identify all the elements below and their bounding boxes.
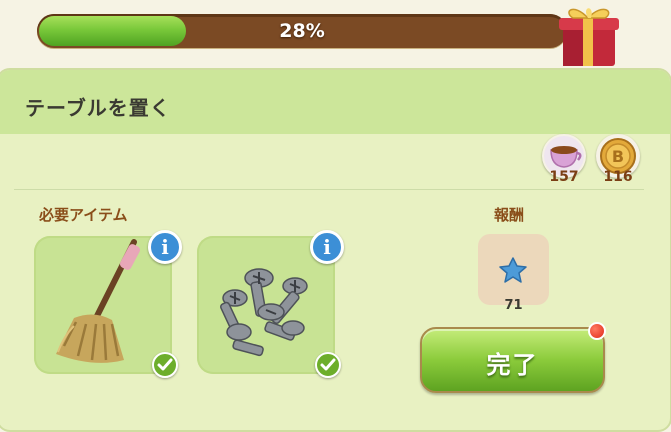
required-items-label: 必要アイテム bbox=[39, 206, 128, 224]
complete-button[interactable]: 完了 bbox=[420, 327, 605, 393]
teacup-count: 157 bbox=[549, 169, 579, 185]
divider bbox=[14, 189, 644, 190]
screws-info-button[interactable]: i bbox=[310, 230, 344, 264]
panel-header: テーブルを置く bbox=[0, 70, 670, 134]
quest-title: テーブルを置く bbox=[25, 96, 171, 120]
mop-complete-check bbox=[152, 352, 178, 378]
complete-button-label: 完了 bbox=[486, 351, 539, 379]
reward-count: 71 bbox=[504, 298, 523, 313]
checkmark-icon bbox=[157, 358, 173, 371]
svg-text:B: B bbox=[612, 147, 624, 166]
gift-box-icon[interactable] bbox=[555, 0, 625, 68]
reward-label: 報酬 bbox=[494, 206, 525, 224]
notification-dot bbox=[588, 322, 606, 340]
quest-progress-bar: 28% bbox=[37, 14, 567, 48]
progress-percent: 28% bbox=[279, 20, 325, 42]
mop-info-button[interactable]: i bbox=[148, 230, 182, 264]
coin-count: 116 bbox=[603, 169, 633, 185]
screws-complete-check bbox=[315, 352, 341, 378]
reward-tile[interactable] bbox=[478, 234, 549, 305]
blue-star-icon bbox=[499, 257, 527, 283]
checkmark-icon bbox=[320, 358, 336, 371]
